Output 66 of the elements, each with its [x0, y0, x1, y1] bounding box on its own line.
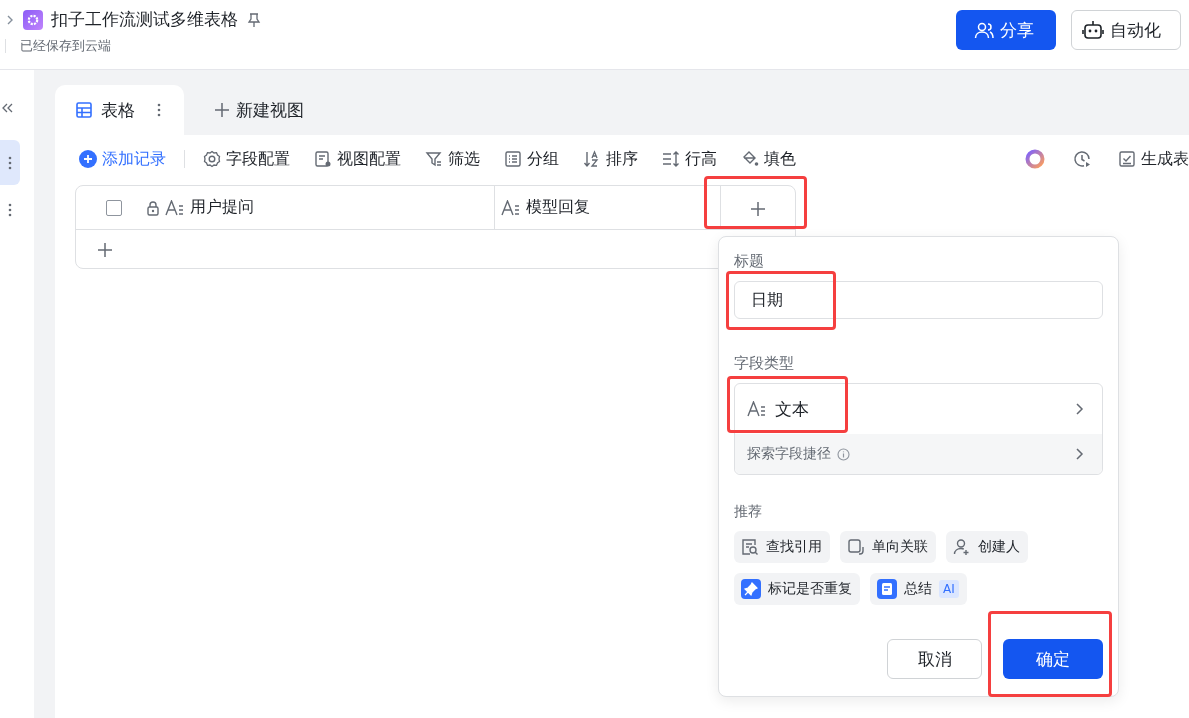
- add-icon: [79, 150, 97, 168]
- title-field[interactable]: 日期: [734, 281, 1103, 319]
- group-button[interactable]: 分组: [504, 148, 559, 170]
- row-height-button[interactable]: 行高: [662, 148, 717, 170]
- ai-badge: AI: [939, 580, 959, 598]
- view-settings-button[interactable]: 视图配置: [314, 148, 401, 170]
- paint-bucket-icon: [741, 150, 759, 168]
- view-tab[interactable]: 表格: [55, 85, 184, 135]
- text-field-icon: [165, 199, 185, 216]
- checkbox[interactable]: [106, 199, 122, 216]
- field-type-select[interactable]: 文本: [735, 384, 1102, 434]
- section-label: 推荐: [734, 502, 763, 521]
- document-title: 扣子工作流测试多维表格: [51, 8, 238, 31]
- field-settings-button[interactable]: 字段配置: [203, 148, 290, 170]
- save-status: 已经保存到云端: [5, 39, 262, 53]
- recommended-field-chip[interactable]: 标记是否重复: [734, 573, 860, 605]
- confirm-button[interactable]: 确定: [1003, 639, 1103, 679]
- sort-button[interactable]: 排序: [583, 148, 638, 170]
- recommended-field-chip[interactable]: 单向关联: [840, 531, 936, 563]
- recommended-field-chip[interactable]: 查找引用: [734, 531, 830, 563]
- app-logo-icon: [23, 9, 43, 30]
- table-icon: [75, 101, 93, 119]
- chevron-right-icon: [1074, 447, 1084, 461]
- filter-icon: [425, 150, 443, 168]
- recommended-field-chip[interactable]: 创建人: [946, 531, 1028, 563]
- cancel-button[interactable]: 取消: [887, 639, 982, 679]
- automation-button[interactable]: 自动化: [1071, 10, 1181, 50]
- add-row-icon[interactable]: [97, 242, 113, 258]
- text-field-icon: [747, 401, 767, 417]
- pin-icon: [741, 579, 761, 599]
- checkbox-icon: [1118, 150, 1136, 168]
- fill-color-button[interactable]: 填色: [741, 148, 796, 170]
- field-label: 标题: [734, 251, 765, 271]
- robot-icon: [1082, 20, 1104, 40]
- filter-button[interactable]: 筛选: [425, 148, 480, 170]
- column-header: 模型回复: [526, 197, 590, 218]
- field-shortcut-row[interactable]: 探索字段捷径: [735, 434, 1102, 474]
- row-height-icon: [662, 150, 680, 168]
- recommended-field-chip[interactable]: 总结 AI: [870, 573, 967, 605]
- more-icon: [8, 155, 12, 170]
- share-button[interactable]: 分享: [956, 10, 1056, 50]
- ring-icon[interactable]: [1024, 148, 1046, 170]
- gear-icon: [203, 150, 221, 168]
- list-icon: [504, 150, 522, 168]
- add-person-icon: [953, 538, 971, 556]
- people-icon: [974, 21, 994, 39]
- clock-icon[interactable]: [1072, 149, 1092, 169]
- add-record-button[interactable]: 添加记录: [79, 148, 166, 170]
- document-icon: [314, 150, 332, 168]
- link-icon: [847, 538, 865, 556]
- sort-icon: [583, 150, 601, 168]
- text-field-icon: [501, 199, 521, 216]
- generate-form-button[interactable]: 生成表: [1118, 148, 1189, 170]
- pin-icon: [246, 11, 262, 28]
- expand-icon: [5, 13, 15, 26]
- new-view-button[interactable]: 新建视图: [208, 85, 310, 135]
- column-header: 用户提问: [190, 197, 254, 218]
- note-icon: [877, 579, 897, 599]
- more-icon: [8, 202, 12, 217]
- more-icon: [157, 103, 161, 117]
- chevron-right-icon: [1074, 402, 1084, 416]
- plus-icon: [214, 102, 230, 118]
- magnifier-icon: [741, 538, 759, 556]
- field-label: 字段类型: [734, 353, 795, 373]
- info-icon: [837, 447, 850, 461]
- add-column-icon[interactable]: [750, 200, 766, 217]
